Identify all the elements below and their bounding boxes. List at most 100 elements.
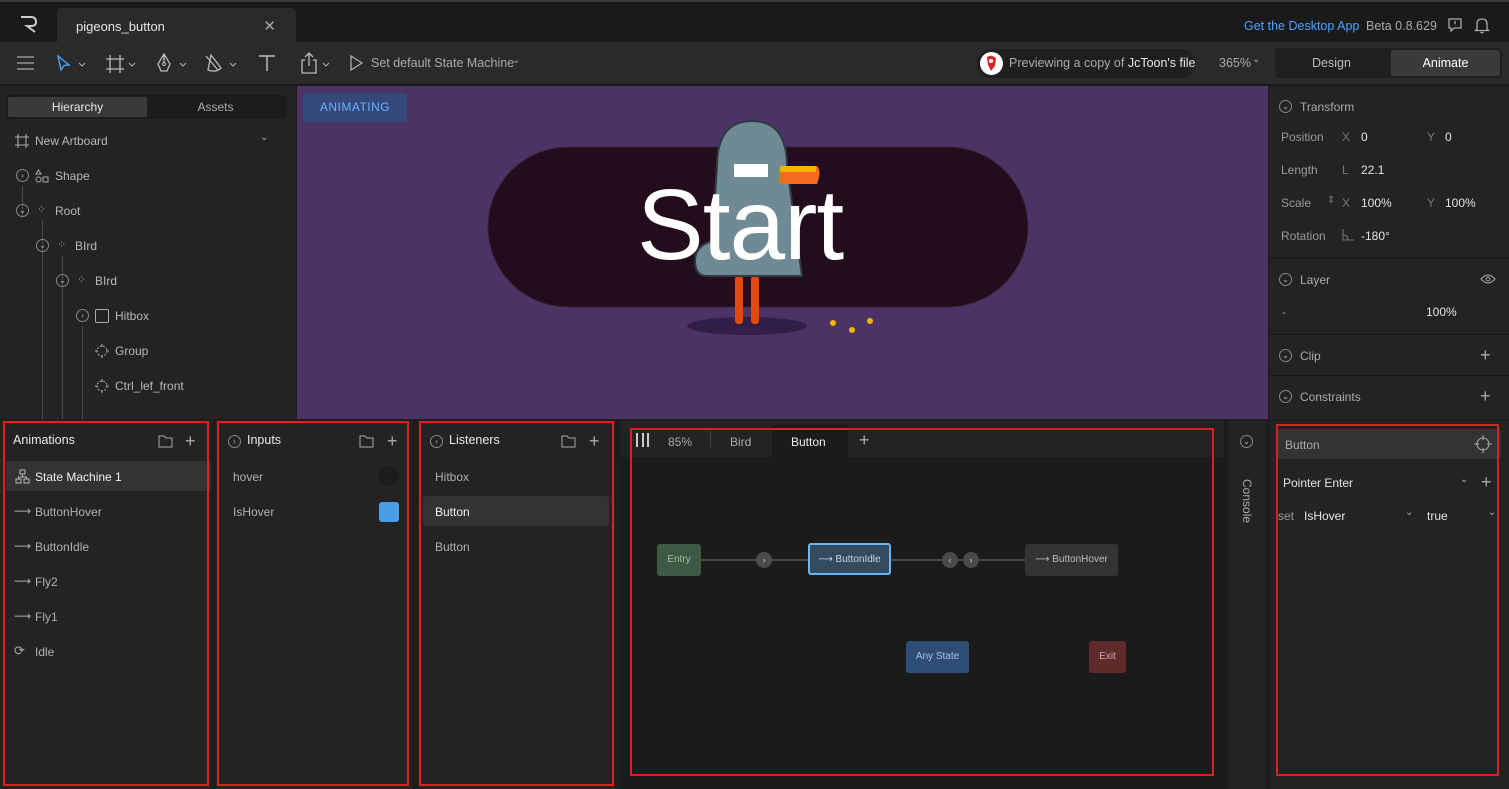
link-scale-icon[interactable]: ⇕: [1327, 195, 1335, 206]
close-icon[interactable]: ✕: [263, 17, 276, 35]
artboard-row[interactable]: New Artboard ⌄: [0, 131, 296, 151]
shape-tool-icon[interactable]: [204, 53, 238, 75]
expand-icon[interactable]: ›: [76, 309, 89, 322]
design-mode-button[interactable]: Design: [1277, 50, 1386, 76]
button-idle-node[interactable]: ⟶ ButtonIdle: [808, 543, 891, 575]
action-input-select[interactable]: IsHover: [1304, 509, 1345, 523]
blend-mode-select[interactable]: -: [1282, 305, 1286, 319]
collapse-icon[interactable]: ⌄: [1279, 349, 1292, 362]
axis-x-label: X: [1342, 130, 1351, 144]
collapse-icon[interactable]: ⌄: [1279, 273, 1292, 286]
menu-icon[interactable]: [17, 56, 34, 70]
chevron-down-icon[interactable]: ⌄: [512, 55, 520, 66]
collapse-icon[interactable]: ⌄: [1279, 100, 1292, 113]
add-action-icon[interactable]: +: [1481, 473, 1492, 491]
collapse-icon[interactable]: ⌄: [1240, 435, 1253, 448]
rive-logo-icon[interactable]: [18, 14, 40, 34]
play-icon[interactable]: [349, 55, 363, 71]
animation-item[interactable]: ⟶ Fly2: [0, 566, 205, 596]
tab-hierarchy[interactable]: Hierarchy: [8, 97, 147, 117]
folder-icon[interactable]: [359, 435, 374, 448]
chevron-down-icon[interactable]: ⌄: [1252, 54, 1260, 65]
transition-forward-icon[interactable]: ›: [963, 552, 979, 568]
state-machine-dropdown[interactable]: Set default State Machine: [371, 56, 514, 70]
collapse-icon[interactable]: ⌄: [56, 274, 69, 287]
listener-item-selected[interactable]: Button: [423, 496, 609, 526]
rotation-input[interactable]: -180°: [1361, 229, 1390, 243]
trigger-button[interactable]: [379, 466, 399, 486]
eye-icon[interactable]: [1480, 273, 1496, 285]
folder-icon[interactable]: [158, 435, 173, 448]
add-input-icon[interactable]: +: [387, 432, 398, 450]
animation-item[interactable]: ⟶ ButtonIdle: [0, 531, 205, 561]
expand-icon[interactable]: ›: [16, 169, 29, 182]
chevron-down-icon[interactable]: ⌄: [260, 132, 268, 143]
scale-y-input[interactable]: 100%: [1445, 196, 1476, 210]
text-tool-icon[interactable]: [258, 54, 276, 72]
animation-item[interactable]: ⟶ Fly1: [0, 601, 205, 631]
button-hover-node[interactable]: ⟶ ButtonHover: [1025, 544, 1118, 576]
chevron-down-icon[interactable]: ⌄: [1460, 474, 1468, 485]
transition-icon[interactable]: ›: [756, 552, 772, 568]
animation-item[interactable]: ⟶ ButtonHover: [0, 496, 205, 526]
listener-item[interactable]: Button: [418, 531, 608, 561]
input-item-hover[interactable]: hover: [216, 461, 412, 491]
select-tool-icon[interactable]: [56, 55, 86, 73]
pen-tool-icon[interactable]: [155, 53, 187, 75]
chevron-down-icon[interactable]: ⌄: [1488, 507, 1496, 518]
listener-item[interactable]: Hitbox: [418, 461, 608, 491]
opacity-input[interactable]: 100%: [1426, 305, 1457, 319]
animation-item-state-machine[interactable]: State Machine 1: [6, 461, 211, 491]
collapse-icon[interactable]: ⌄: [16, 204, 29, 217]
artboard-tool-icon[interactable]: [105, 54, 137, 74]
add-animation-icon[interactable]: +: [185, 432, 196, 450]
feedback-icon[interactable]: [1447, 17, 1463, 33]
share-tool-icon[interactable]: [300, 52, 332, 74]
tab-assets[interactable]: Assets: [146, 97, 285, 117]
listeners-title: Listeners: [449, 433, 500, 447]
transition-back-icon[interactable]: ‹: [942, 552, 958, 568]
state-machine-graph-panel[interactable]: 85% Bird Button + Entry › ⟶ ButtonIdle ‹…: [620, 421, 1224, 789]
event-type-select[interactable]: Pointer Enter: [1283, 476, 1353, 490]
add-constraint-icon[interactable]: +: [1480, 387, 1491, 405]
action-value-select[interactable]: true: [1427, 509, 1448, 523]
tab-button-active[interactable]: Button: [772, 425, 848, 457]
collapse-icon[interactable]: ⌄: [36, 239, 49, 252]
folder-icon[interactable]: [561, 435, 576, 448]
rotation-label: Rotation: [1281, 229, 1326, 243]
collapse-icon[interactable]: ⌄: [1279, 390, 1292, 403]
target-icon[interactable]: [1474, 435, 1492, 453]
get-desktop-link[interactable]: Get the Desktop App: [1244, 19, 1359, 33]
entry-node[interactable]: Entry: [657, 544, 701, 576]
input-item-ishover[interactable]: IsHover: [216, 496, 412, 526]
position-y-input[interactable]: 0: [1445, 130, 1452, 144]
constraints-title: Constraints: [1300, 390, 1361, 404]
file-tab[interactable]: pigeons_button ✕: [57, 8, 296, 44]
animations-title: Animations: [13, 433, 75, 447]
length-input[interactable]: 22.1: [1361, 163, 1384, 177]
console-label[interactable]: Console: [1240, 479, 1254, 523]
input-label: hover: [233, 470, 264, 484]
chevron-down-icon[interactable]: ⌄: [1405, 507, 1413, 518]
graph-zoom[interactable]: 85%: [668, 435, 692, 449]
canvas-stage[interactable]: Start: [297, 86, 1268, 419]
exit-node[interactable]: Exit: [1089, 641, 1126, 673]
scale-label: Scale: [1281, 196, 1312, 210]
add-clip-icon[interactable]: +: [1480, 346, 1491, 364]
add-state-machine-tab-icon[interactable]: +: [859, 431, 870, 449]
add-listener-icon[interactable]: +: [589, 432, 600, 450]
zoom-dropdown[interactable]: 365%: [1219, 56, 1251, 70]
tab-bird[interactable]: Bird: [730, 435, 751, 449]
notification-bell-icon[interactable]: [1474, 16, 1490, 34]
expand-icon[interactable]: ›: [228, 435, 241, 448]
any-state-node[interactable]: Any State: [906, 641, 969, 673]
listener-target-field[interactable]: Button: [1277, 429, 1501, 459]
animate-mode-button[interactable]: Animate: [1391, 50, 1500, 76]
scale-x-input[interactable]: 100%: [1361, 196, 1392, 210]
boolean-checkbox[interactable]: [379, 502, 399, 522]
transform-section: ⌄ Transform Position X 0 Y 0 Length L 22…: [1269, 86, 1509, 258]
animation-label: State Machine 1: [35, 470, 122, 484]
expand-icon[interactable]: ›: [430, 435, 443, 448]
animation-item[interactable]: ⟳ Idle: [0, 636, 205, 666]
position-x-input[interactable]: 0: [1361, 130, 1368, 144]
